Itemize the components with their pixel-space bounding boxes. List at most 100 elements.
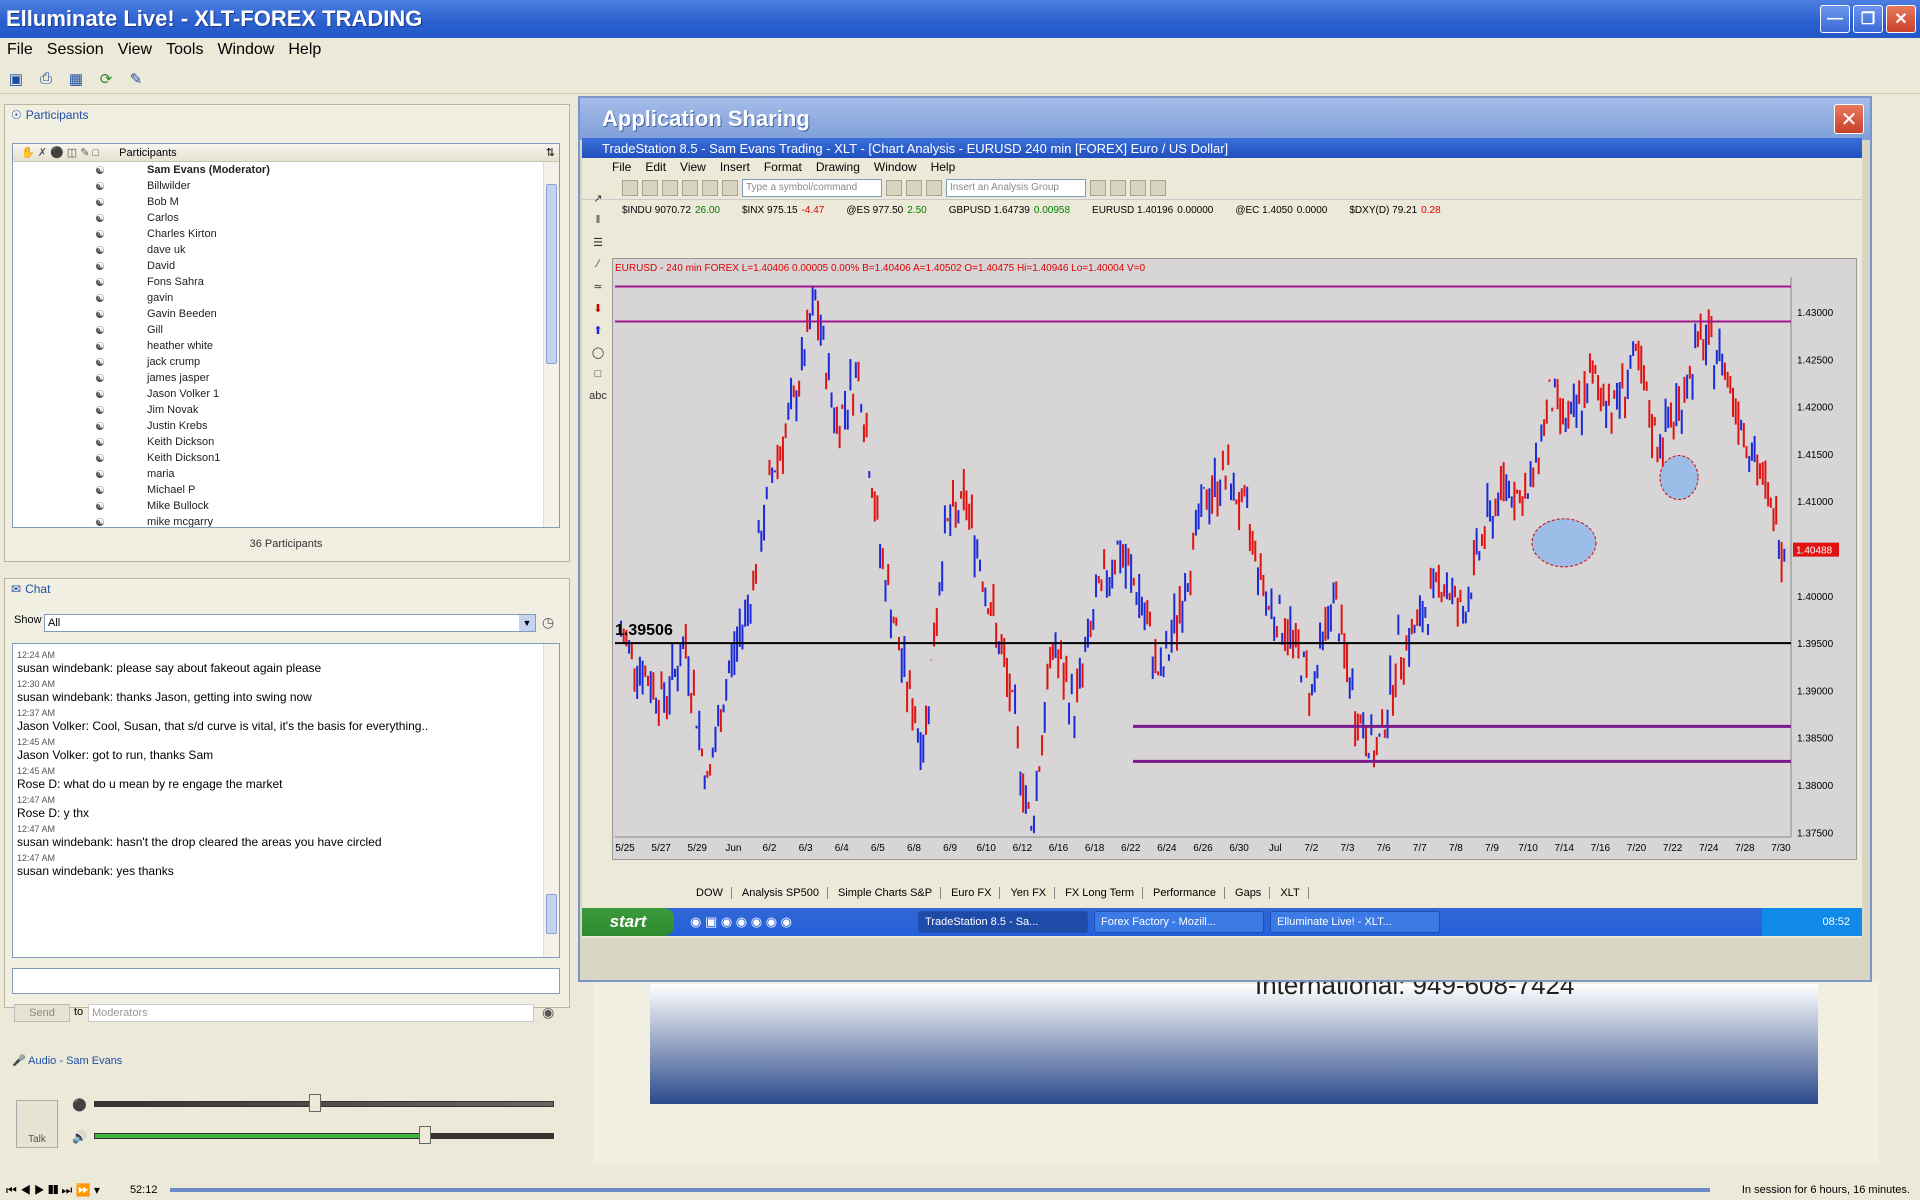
workspace-tab[interactable]: DOW — [688, 887, 732, 899]
speaker-slider-knob[interactable] — [419, 1126, 432, 1144]
participant-row[interactable]: ☯ Jason Volker 1 — [13, 386, 559, 402]
mic-slider-knob[interactable] — [308, 1094, 321, 1112]
participant-row[interactable]: ☯ Keith Dickson — [13, 434, 559, 450]
refresh-icon[interactable]: ⟳ — [94, 68, 118, 90]
pointer-icon[interactable]: ↗ — [593, 192, 602, 208]
taskbar-elluminate[interactable]: Elluminate Live! - XLT... — [1270, 911, 1441, 933]
participant-row[interactable]: ☯ maria — [13, 466, 559, 482]
workspace-tab[interactable]: Yen FX — [1002, 887, 1056, 899]
workspace-tab[interactable]: Gaps — [1227, 887, 1271, 899]
ts-menu-edit[interactable]: Edit — [645, 160, 666, 174]
close-icon[interactable]: ✕ — [1834, 104, 1864, 134]
save-icon[interactable]: ▣ — [4, 68, 28, 90]
cursor-icon[interactable] — [1150, 179, 1166, 196]
grid-icon[interactable] — [926, 179, 942, 196]
menu-session[interactable]: Session — [40, 41, 111, 59]
participant-row[interactable]: ☯ Bob M — [13, 194, 559, 210]
fibonacci-icon[interactable]: ≃ — [593, 280, 602, 296]
chevron-down-icon[interactable]: ▼ — [519, 615, 535, 631]
participant-row[interactable]: ☯ Mike Bullock — [13, 498, 559, 514]
analysis-group-input[interactable]: Insert an Analysis Group — [946, 178, 1086, 197]
taskbar-tradestation[interactable]: TradeStation 8.5 - Sa... — [918, 911, 1089, 933]
rectangle-icon[interactable]: □ — [595, 368, 602, 384]
ellipse-icon[interactable]: ◯ — [592, 346, 604, 362]
participant-row[interactable]: ☯ gavin — [13, 290, 559, 306]
arrow-down-icon[interactable]: ⬆ — [593, 324, 602, 340]
participant-row[interactable]: ☯ Billwilder — [13, 178, 559, 194]
trendline-icon[interactable]: ∕ — [597, 258, 599, 274]
chat-input[interactable] — [12, 968, 560, 994]
zoom-in-icon[interactable] — [1110, 179, 1126, 196]
new-icon[interactable] — [622, 179, 638, 196]
ts-menu-insert[interactable]: Insert — [720, 160, 750, 174]
mic-volume-slider[interactable] — [94, 1101, 554, 1107]
participant-row[interactable]: ☯ Gill — [13, 322, 559, 338]
symbol-input[interactable]: Type a symbol/command — [742, 178, 882, 197]
arrow-up-icon[interactable]: ⬇ — [593, 302, 602, 318]
ts-menu-view[interactable]: View — [680, 160, 706, 174]
menu-help[interactable]: Help — [281, 41, 328, 59]
workspace-tab[interactable]: XLT — [1272, 887, 1309, 899]
zoom-out-icon[interactable] — [1130, 179, 1146, 196]
workspace-tab[interactable]: Performance — [1145, 887, 1226, 899]
participant-row[interactable]: ☯ heather white — [13, 338, 559, 354]
ts-menu-window[interactable]: Window — [874, 160, 917, 174]
eye-icon[interactable]: ◉ — [542, 1004, 554, 1021]
participants-scrollbar[interactable] — [543, 162, 559, 527]
chat-filter-select[interactable]: All ▼ — [44, 614, 536, 632]
start-button[interactable]: start — [582, 908, 674, 936]
participant-row[interactable]: ☯ Gavin Beeden — [13, 306, 559, 322]
ts-menu-format[interactable]: Format — [764, 160, 802, 174]
workspace-tab[interactable]: Analysis SP500 — [734, 887, 828, 899]
participant-row[interactable]: ☯ Sam Evans (Moderator) — [13, 162, 559, 178]
minimize-button[interactable]: — — [1820, 5, 1850, 33]
participant-row[interactable]: ☯ Jim Novak — [13, 402, 559, 418]
open-icon[interactable] — [642, 179, 658, 196]
participant-row[interactable]: ☯ dave uk — [13, 242, 559, 258]
participant-row[interactable]: ☯ David — [13, 258, 559, 274]
chart-icon[interactable] — [906, 179, 922, 196]
clock-icon[interactable]: ◷ — [542, 614, 560, 632]
playback-progress[interactable] — [170, 1188, 1710, 1192]
menu-tools[interactable]: Tools — [159, 41, 210, 59]
ts-menu-file[interactable]: File — [612, 160, 631, 174]
workspace-tab[interactable]: FX Long Term — [1057, 887, 1144, 899]
send-button[interactable]: Send — [14, 1004, 70, 1022]
taskbar-firefox[interactable]: Forex Factory - Mozill... — [1094, 911, 1265, 933]
participant-row[interactable]: ☯ mike mcgarry — [13, 514, 559, 527]
price-chart[interactable]: EURUSD - 240 min FOREX L=1.40406 0.00005… — [612, 258, 1857, 860]
menu-file[interactable]: File — [0, 41, 40, 59]
talk-button[interactable]: Talk — [16, 1100, 58, 1148]
vertical-line-icon[interactable]: ‖ — [596, 214, 601, 230]
scroll-thumb[interactable] — [546, 184, 557, 364]
participant-row[interactable]: ☯ Carlos — [13, 210, 559, 226]
ts-menu-drawing[interactable]: Drawing — [816, 160, 860, 174]
bar-chart-icon[interactable] — [1090, 179, 1106, 196]
workspace-tab[interactable]: Simple Charts S&P — [830, 887, 942, 899]
chat-scrollbar[interactable] — [543, 644, 559, 957]
restore-button[interactable]: ❐ — [1853, 5, 1883, 33]
participant-row[interactable]: ☯ Michael P — [13, 482, 559, 498]
horizontal-lines-icon[interactable]: ☰ — [593, 236, 603, 252]
layout-icon[interactable]: ▦ — [64, 68, 88, 90]
workspace-tab[interactable]: Euro FX — [943, 887, 1001, 899]
recipient-select[interactable]: Moderators — [88, 1004, 534, 1022]
participant-row[interactable]: ☯ jack crump — [13, 354, 559, 370]
play-icon[interactable] — [886, 179, 902, 196]
text-icon[interactable]: abc — [589, 390, 607, 406]
lock-icon[interactable] — [722, 179, 738, 196]
chat-scroll-thumb[interactable] — [546, 894, 557, 934]
participant-row[interactable]: ☯ Charles Kirton — [13, 226, 559, 242]
playback-controls[interactable]: ⏮ ◀ ▶ ❚❚ ⏭ ⏩ ▾ — [6, 1183, 100, 1198]
participant-row[interactable]: ☯ Keith Dickson1 — [13, 450, 559, 466]
participant-row[interactable]: ☯ Justin Krebs — [13, 418, 559, 434]
folder-icon[interactable] — [682, 179, 698, 196]
menu-window[interactable]: Window — [210, 41, 281, 59]
edit-icon[interactable]: ✎ — [124, 68, 148, 90]
print-icon[interactable] — [702, 179, 718, 196]
menu-view[interactable]: View — [111, 41, 159, 59]
sort-icon[interactable]: ⇅ — [546, 146, 555, 159]
print-icon[interactable]: ⎙ — [34, 68, 58, 90]
ts-menu-help[interactable]: Help — [931, 160, 956, 174]
participant-row[interactable]: ☯ Fons Sahra — [13, 274, 559, 290]
